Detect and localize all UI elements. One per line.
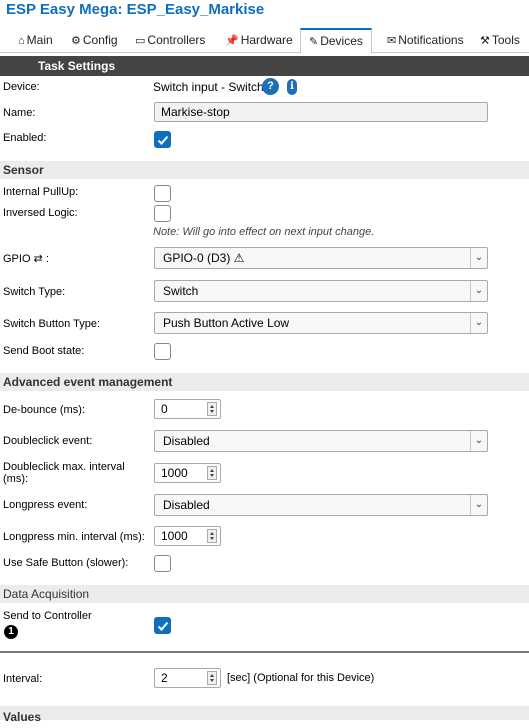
checkmark-icon [157,621,169,631]
tab-bar: ⌂ Main ⚙ Config ▭ Controllers 📌 Hardware ✎ De… [0,28,529,54]
switch-type-select[interactable]: Switch ⌄ [154,280,488,302]
checkmark-icon [157,135,169,145]
name-input[interactable]: Markise-stop [154,102,488,122]
enabled-label: Enabled: [3,132,47,144]
internal-pullup-checkbox[interactable] [154,185,171,202]
switch-button-type-label: Switch Button Type: [3,318,101,330]
tab-main[interactable]: ⌂ Main [18,29,53,53]
controllers-icon: ▭ [135,35,146,47]
advanced-section-header: Advanced event management [0,373,529,391]
doubleclick-interval-input[interactable]: 1000 [154,463,221,483]
spinner-icon[interactable] [207,402,217,416]
send-boot-state-label: Send Boot state: [3,345,85,357]
mail-icon: ✉ [387,35,397,47]
spinner-icon[interactable] [207,671,217,685]
doubleclick-event-select[interactable]: Disabled ⌄ [154,430,488,452]
tab-controllers[interactable]: ▭ Controllers [135,29,205,53]
send-to-controller-checkbox[interactable] [154,617,171,634]
interval-label: Interval: [3,673,43,685]
divider [0,651,529,653]
inversed-logic-label: Inversed Logic: [3,207,78,219]
interval-unit: [sec] (Optional for this Device) [227,672,375,684]
chevron-down-icon: ⌄ [470,281,487,301]
sensor-section-header: Sensor [0,161,529,179]
home-icon: ⌂ [18,35,25,47]
app-title: ESP Easy Mega: ESP_Easy_Markise [6,1,265,18]
interval-input[interactable]: 2 [154,668,221,688]
longpress-event-label: Longpress event: [3,499,88,511]
controller-number-badge: 1 [4,625,18,639]
chevron-down-icon: ⌄ [470,495,487,515]
doubleclick-event-label: Doubleclick event: [3,435,93,447]
pin-icon: 📌 [225,35,239,47]
longpress-interval-input[interactable]: 1000 [154,526,221,546]
enabled-checkbox[interactable] [154,131,171,148]
name-label: Name: [3,107,36,119]
switch-type-label: Switch Type: [3,286,66,298]
task-settings-header: Task Settings [0,56,529,76]
tab-devices[interactable]: ✎ Devices [300,28,372,54]
tab-config[interactable]: ⚙ Config [71,29,118,53]
longpress-interval-label: Longpress min. interval (ms): [3,531,145,543]
tab-tools[interactable]: ⚒ Tools [480,29,520,53]
device-value: Switch input - Switch [153,80,264,94]
debounce-label: De-bounce (ms): [3,404,85,416]
send-to-controller-label: Send to Controller [3,610,92,622]
tab-hardware[interactable]: 📌 Hardware [225,29,293,53]
info-icon[interactable]: i [287,79,297,95]
gpio-select[interactable]: GPIO-0 (D3) ⚠ ⌄ [154,247,488,269]
data-acquisition-section-header: Data Acquisition [0,585,529,603]
tab-notifications[interactable]: ✉ Notifications [387,29,464,53]
internal-pullup-label: Internal PullUp: [3,186,79,198]
help-icon[interactable]: ? [262,78,279,95]
safe-button-label: Use Safe Button (slower): [3,557,129,569]
device-label: Device: [3,81,40,93]
doubleclick-interval-label: Doubleclick max. interval (ms): [3,461,125,485]
switch-button-type-select[interactable]: Push Button Active Low ⌄ [154,312,488,334]
chevron-down-icon: ⌄ [470,431,487,451]
spinner-icon[interactable] [207,466,217,480]
inversed-logic-checkbox[interactable] [154,205,171,222]
spinner-icon[interactable] [207,529,217,543]
chevron-down-icon: ⌄ [470,313,487,333]
longpress-event-select[interactable]: Disabled ⌄ [154,494,488,516]
gpio-label: GPIO ⇄ : [3,253,49,265]
inversed-logic-note: Note: Will go into effect on next input … [153,226,375,238]
wrench-icon: ⚒ [480,35,490,47]
plug-icon: ✎ [309,36,319,48]
gear-icon: ⚙ [71,35,81,47]
debounce-input[interactable]: 0 [154,399,221,419]
send-boot-state-checkbox[interactable] [154,343,171,360]
chevron-down-icon: ⌄ [470,248,487,268]
safe-button-checkbox[interactable] [154,555,171,572]
